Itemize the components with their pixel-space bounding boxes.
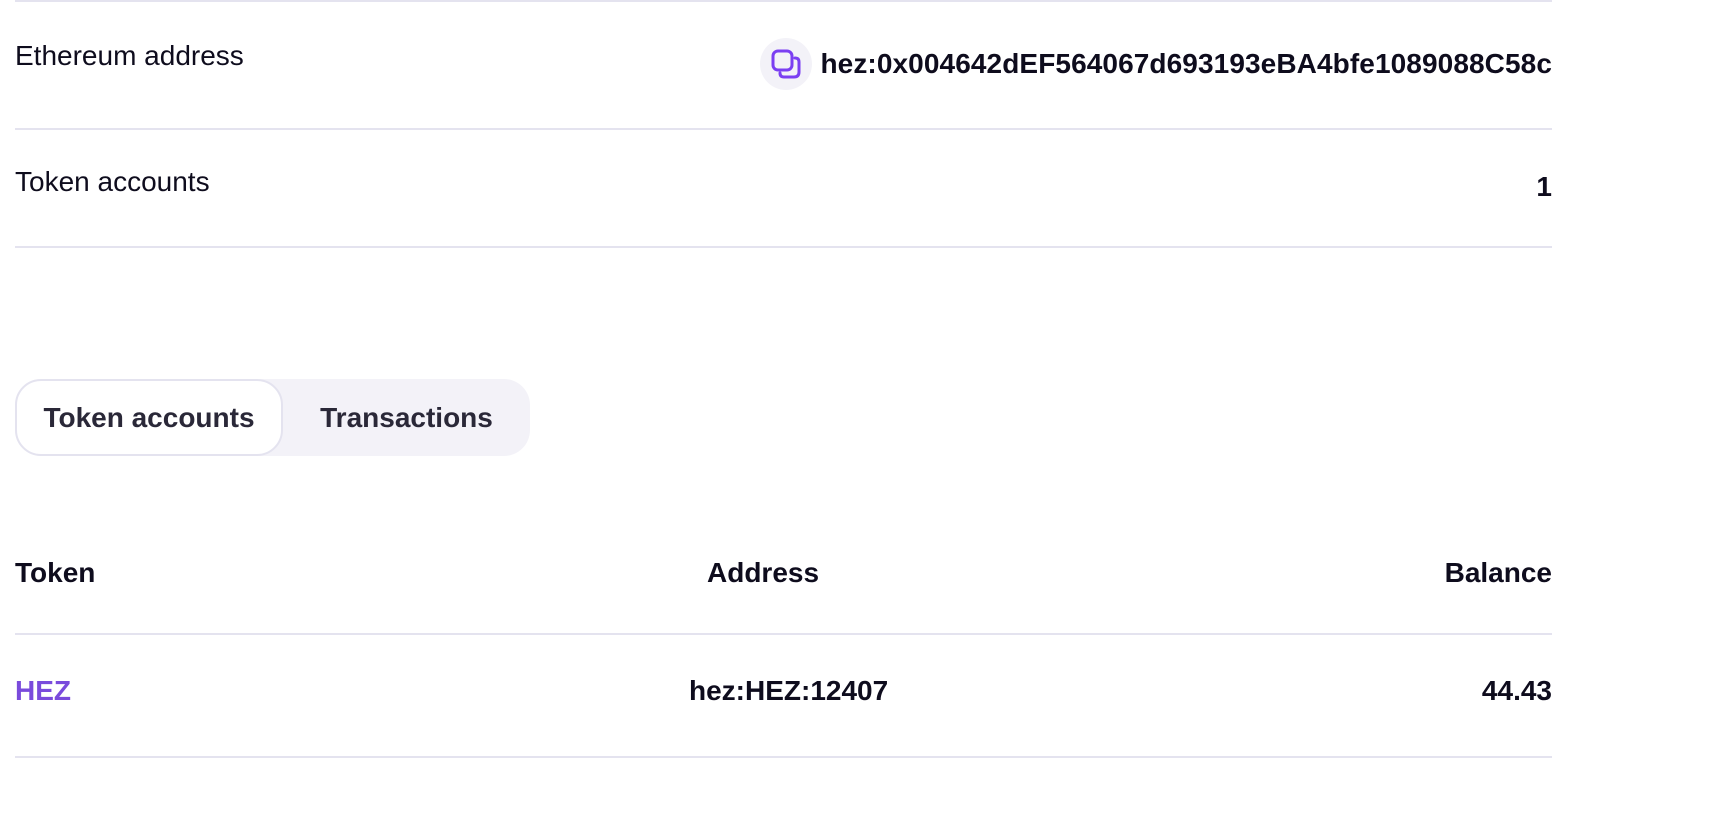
ethereum-address-label: Ethereum address [15,40,244,71]
column-header-address: Address [707,557,820,588]
token-balance: 44.43 [1481,675,1552,706]
token-accounts-table: Token Address Balance HEZ hez:HEZ:12407 … [15,520,1552,758]
table-header: Token Address Balance [15,520,1552,635]
copy-address-button[interactable] [760,38,813,90]
token-account-address: hez:HEZ:12407 [689,675,889,706]
column-header-token: Token [15,557,96,588]
ethereum-address-row: Ethereum address hez:0x004642dEF564067d6… [15,2,1552,130]
tab-token-accounts[interactable]: Token accounts [15,379,283,456]
column-header-balance: Balance [1444,557,1552,588]
tab-transactions[interactable]: Transactions [283,379,530,456]
copy-icon [771,49,801,79]
token-accounts-row: Token accounts 1 [15,130,1552,248]
tab-bar: Token accounts Transactions [15,379,530,456]
token-link[interactable]: HEZ [15,675,71,707]
account-details-page: Ethereum address hez:0x004642dEF564067d6… [0,0,1722,832]
token-accounts-label: Token accounts [15,166,210,197]
ethereum-address-value: hez:0x004642dEF564067d693193eBA4bfe10890… [760,38,1552,90]
ethereum-address-text: hez:0x004642dEF564067d693193eBA4bfe10890… [820,48,1552,79]
token-accounts-count: 1 [1536,171,1552,202]
table-row: HEZ hez:HEZ:12407 44.43 [15,635,1552,758]
